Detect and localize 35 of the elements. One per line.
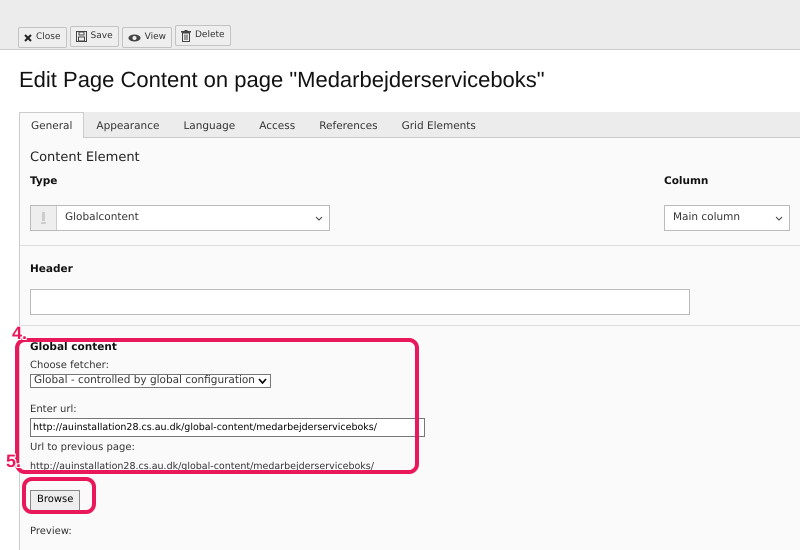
- tab[interactable]: Grid Elements: [390, 112, 488, 137]
- tab[interactable]: Appearance: [84, 112, 172, 137]
- field-label: Preview:: [30, 524, 73, 539]
- eye-icon: [128, 34, 141, 42]
- field-label: Enter url:: [30, 402, 78, 417]
- field-label: Choose fetcher:: [30, 359, 110, 374]
- fetcher-select[interactable]: Global - controlled by global configuration: [30, 374, 271, 388]
- trash-icon: [180, 30, 191, 42]
- content-type-icon: [41, 212, 46, 224]
- field-label: Header: [30, 262, 74, 277]
- header-input[interactable]: [30, 288, 690, 315]
- section-heading: Content Element: [30, 149, 141, 167]
- type-select[interactable]: Globalcontent: [30, 205, 330, 232]
- tab[interactable]: Access: [247, 112, 308, 137]
- dropdown-caret-icon: [775, 216, 783, 221]
- dropdown-caret-icon: [258, 378, 267, 384]
- callout-number: 4.: [12, 324, 28, 342]
- tab[interactable]: References: [307, 112, 390, 137]
- tab[interactable]: General: [19, 112, 84, 138]
- browse-button[interactable]: Browse: [30, 490, 80, 511]
- url-input[interactable]: http://auinstallation28.cs.au.dk/global-content/medarbejderserviceboks/: [30, 418, 425, 438]
- dropdown-caret-icon: [315, 216, 323, 221]
- delete-button[interactable]: Delete: [174, 25, 231, 46]
- page-title: Edit Page Content on page "Medarbejderserviceboks": [19, 67, 546, 94]
- previous-url-text: http://auinstallation28.cs.au.dk/global-content/medarbejderserviceboks/: [30, 460, 375, 474]
- section-heading: Global content: [30, 340, 118, 355]
- close-button[interactable]: Close: [18, 27, 67, 48]
- tab[interactable]: Language: [171, 112, 248, 137]
- save-button[interactable]: Save: [70, 26, 119, 46]
- field-label: Column: [664, 174, 710, 188]
- close-icon: [24, 34, 32, 42]
- field-label: Url to previous page:: [30, 441, 136, 456]
- view-button[interactable]: View: [122, 27, 172, 48]
- column-select[interactable]: Main column: [664, 205, 790, 232]
- field-label: Type: [30, 174, 58, 188]
